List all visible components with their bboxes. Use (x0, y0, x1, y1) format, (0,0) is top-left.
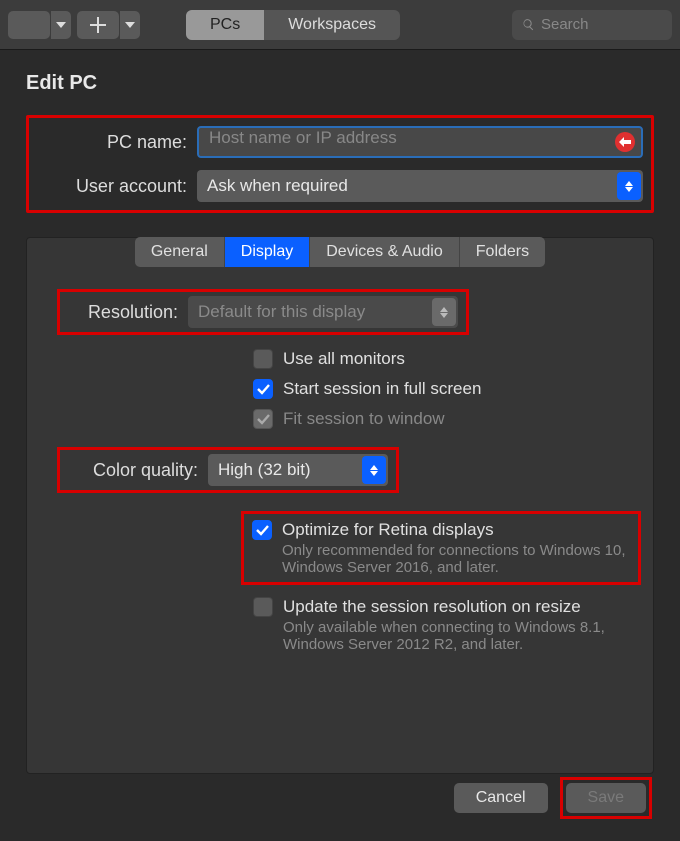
settings-tabbar: General Display Devices & Audio Folders (135, 237, 545, 267)
retina-sublabel: Only recommended for connections to Wind… (282, 542, 630, 576)
highlight-connection: PC name: User account: Ask when required (26, 115, 654, 213)
fit-window-checkbox (253, 409, 273, 429)
page-title: Edit PC (26, 72, 654, 95)
error-badge (615, 132, 635, 152)
highlight-resolution: Resolution: Default for this display (57, 289, 469, 335)
chevron-down-icon (56, 22, 66, 28)
save-button[interactable]: Save (566, 783, 646, 813)
settings-panel: General Display Devices & Audio Folders … (26, 237, 654, 774)
check-icon (256, 525, 269, 536)
user-account-label: User account: (37, 176, 197, 197)
plus-icon (90, 17, 106, 33)
chevron-down-icon (125, 22, 135, 28)
pc-name-field[interactable] (197, 126, 643, 158)
check-icon (257, 414, 270, 425)
resize-sublabel: Only available when connecting to Window… (283, 619, 623, 653)
tab-general[interactable]: General (135, 237, 225, 267)
resolution-label: Resolution: (68, 302, 188, 323)
color-quality-value: High (32 bit) (218, 460, 311, 480)
settings-dropdown-button[interactable] (51, 11, 71, 39)
retina-label: Optimize for Retina displays (282, 520, 630, 540)
use-all-monitors-label: Use all monitors (283, 349, 405, 369)
gear-icon (20, 16, 38, 34)
arrow-left-icon (619, 137, 631, 147)
cancel-button[interactable]: Cancel (454, 783, 548, 813)
highlight-retina: Optimize for Retina displays Only recomm… (241, 511, 641, 585)
dropdown-arrows-icon (617, 172, 641, 200)
pc-name-input[interactable] (209, 128, 605, 148)
use-all-monitors-checkbox[interactable] (253, 349, 273, 369)
fit-window-label: Fit session to window (283, 409, 445, 429)
view-segment: PCs Workspaces (186, 10, 400, 40)
dropdown-arrows-icon (362, 456, 386, 484)
tab-folders[interactable]: Folders (460, 237, 545, 267)
full-screen-label: Start session in full screen (283, 379, 481, 399)
settings-button[interactable] (8, 11, 50, 39)
tab-display[interactable]: Display (225, 237, 310, 267)
highlight-color-quality: Color quality: High (32 bit) (57, 447, 399, 493)
retina-checkbox[interactable] (252, 520, 272, 540)
resize-label: Update the session resolution on resize (283, 597, 623, 617)
dropdown-arrows-icon (432, 298, 456, 326)
color-quality-label: Color quality: (68, 460, 208, 481)
user-account-value: Ask when required (207, 176, 348, 196)
add-dropdown-button[interactable] (120, 11, 140, 39)
resolution-value: Default for this display (198, 302, 365, 322)
resolution-dropdown[interactable]: Default for this display (188, 296, 458, 328)
full-screen-checkbox[interactable] (253, 379, 273, 399)
resize-checkbox[interactable] (253, 597, 273, 617)
highlight-save: Save (560, 777, 652, 819)
tab-pcs[interactable]: PCs (186, 10, 264, 40)
color-quality-dropdown[interactable]: High (32 bit) (208, 454, 388, 486)
tab-workspaces[interactable]: Workspaces (264, 10, 400, 40)
tab-devices-audio[interactable]: Devices & Audio (310, 237, 460, 267)
search-input[interactable] (541, 16, 662, 33)
main-content: Edit PC PC name: User account: Ask when … (0, 50, 680, 796)
pc-name-label: PC name: (37, 132, 197, 153)
search-icon (522, 17, 535, 32)
check-icon (257, 384, 270, 395)
footer-buttons: Cancel Save (454, 777, 652, 819)
user-account-dropdown[interactable]: Ask when required (197, 170, 643, 202)
search-field[interactable] (512, 10, 672, 40)
add-button[interactable] (77, 11, 119, 39)
toolbar: PCs Workspaces (0, 0, 680, 50)
